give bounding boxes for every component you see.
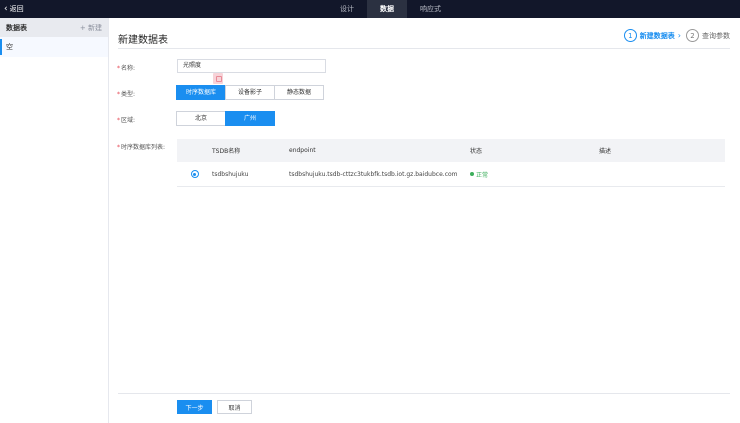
cell-endpoint: tsdbshujuku.tsdb-cttzc3tukbfk.tsdb.iot.g… (289, 170, 458, 178)
step-2-number: 2 (686, 29, 699, 42)
row-radio[interactable] (190, 170, 199, 178)
type-option-shadow[interactable]: 设备影子 (225, 85, 275, 100)
step-indicator: 1 新建数据表 › 2 查询参数 (623, 29, 730, 42)
status-badge: 正常 (470, 170, 599, 179)
tsdb-list-label: *时序数据库列表: (117, 144, 166, 151)
main-panel: 新建数据表 1 新建数据表 › 2 查询参数 *名称: 光照度 *类型: 时序数… (109, 18, 740, 423)
new-table-button[interactable]: + 新建 (80, 23, 102, 33)
sidebar-title: 数据表 (6, 23, 27, 32)
region-selector: 北京 广州 (176, 111, 275, 126)
tab-data[interactable]: 数据 (367, 0, 407, 18)
status-dot-icon (470, 172, 474, 176)
sidebar-item-empty[interactable]: 空 (0, 37, 108, 57)
top-tabs: 设计 数据 响应式 (327, 0, 454, 18)
tab-responsive[interactable]: 响应式 (407, 0, 454, 18)
region-option-beijing[interactable]: 北京 (176, 111, 226, 126)
type-option-static[interactable]: 静态数据 (274, 85, 324, 100)
input-cursor-icon (213, 73, 223, 84)
cell-name: tsdbshujuku (212, 170, 249, 178)
region-option-guangzhou[interactable]: 广州 (225, 111, 275, 126)
page-title: 新建数据表 (118, 35, 168, 46)
type-selector: 时序数据库 设备影子 静态数据 (176, 85, 324, 100)
required-mark: * (117, 91, 120, 98)
step-2-label: 查询参数 (702, 31, 730, 40)
chevron-left-icon: ‹ (4, 4, 8, 14)
required-mark: * (117, 65, 120, 72)
footer-divider (118, 393, 730, 394)
back-label: 返回 (9, 5, 24, 13)
title-divider (118, 48, 730, 49)
cancel-button[interactable]: 取消 (217, 400, 252, 414)
type-option-tsdb[interactable]: 时序数据库 (176, 85, 226, 100)
tsdb-table: TSDB名称 endpoint 状态 描述 tsdbshujuku tsdbsh… (177, 139, 725, 187)
type-label: *类型: (117, 91, 136, 98)
required-mark: * (117, 144, 120, 151)
col-header-status: 状态 (470, 148, 483, 155)
back-button[interactable]: ‹ 返回 (4, 0, 24, 18)
step-1-number: 1 (623, 29, 637, 42)
next-button[interactable]: 下一步 (177, 400, 212, 414)
sidebar-header: 数据表 + 新建 (0, 18, 108, 37)
col-header-endpoint: endpoint (289, 147, 316, 154)
table-row[interactable]: tsdbshujuku tsdbshujuku.tsdb-cttzc3tukbf… (177, 162, 725, 187)
col-header-name: TSDB名称 (212, 148, 241, 155)
chevron-right-icon: › (677, 31, 681, 40)
sidebar: 数据表 + 新建 空 (0, 18, 109, 423)
region-label: *区域: (117, 117, 136, 124)
col-header-desc: 描述 (599, 148, 612, 155)
step-1-label: 新建数据表 (639, 31, 675, 40)
tab-design[interactable]: 设计 (327, 0, 367, 18)
table-header: TSDB名称 endpoint 状态 描述 (177, 139, 725, 162)
top-bar: ‹ 返回 设计 数据 响应式 (0, 0, 740, 18)
required-mark: * (117, 117, 120, 124)
name-label: *名称: (117, 65, 136, 72)
name-input[interactable]: 光照度 (177, 59, 326, 73)
